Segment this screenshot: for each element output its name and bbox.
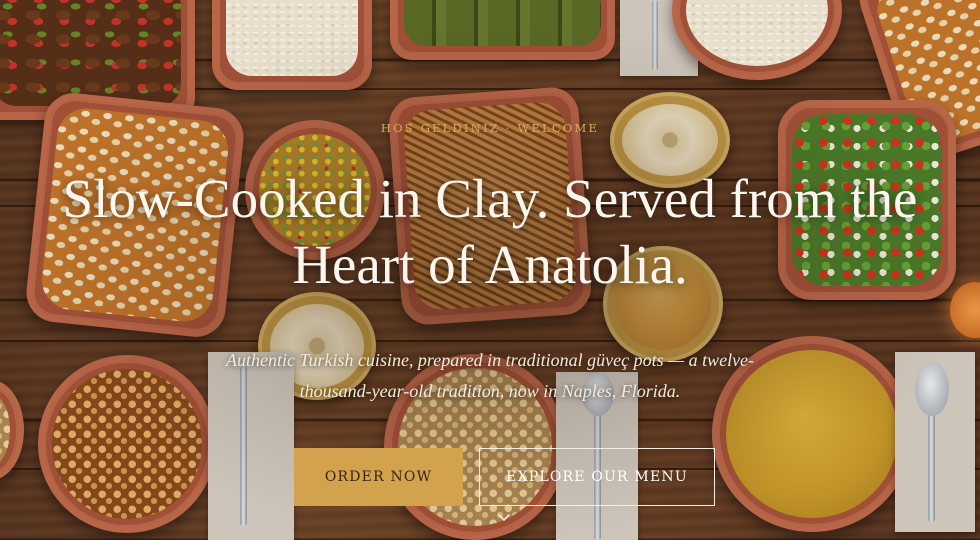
hero-headline: Slow-Cooked in Clay. Served from the Hea… xyxy=(62,168,918,295)
explore-menu-button[interactable]: EXPLORE OUR MENU xyxy=(479,448,715,506)
hero-subtext: Authentic Turkish cuisine, prepared in t… xyxy=(225,350,755,401)
order-now-button[interactable]: ORDER NOW xyxy=(294,448,463,506)
hero-content: HOS GELDINIZ · WELCOME Slow-Cooked in Cl… xyxy=(0,0,980,540)
welcome-eyebrow: HOS GELDINIZ · WELCOME xyxy=(380,121,600,135)
chevron-down-icon[interactable] xyxy=(496,511,512,525)
